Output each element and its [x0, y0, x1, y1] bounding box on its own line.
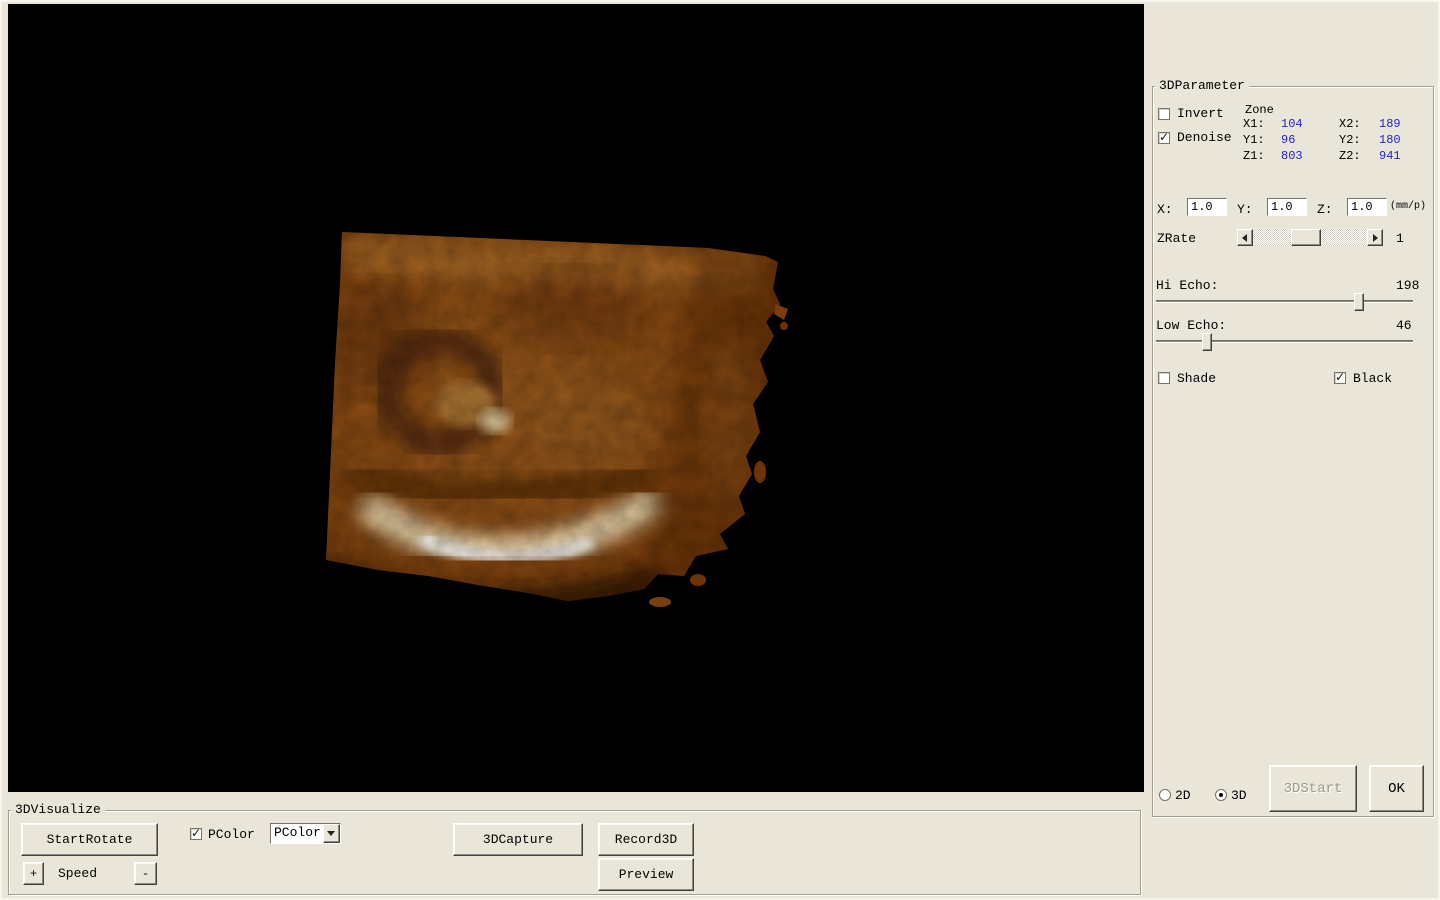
y-scale-label: Y:: [1237, 202, 1253, 217]
hi-echo-label: Hi Echo:: [1156, 278, 1219, 293]
ok-button[interactable]: OK: [1369, 765, 1424, 812]
black-label: Black: [1353, 371, 1393, 386]
z-scale-input[interactable]: [1347, 198, 1387, 216]
zone-z1-label: Z1:: [1243, 149, 1265, 163]
pcolor-dropdown[interactable]: PColor: [270, 823, 341, 844]
zrate-scroll-track[interactable]: [1253, 229, 1367, 246]
pcolor-dropdown-value: PColor: [274, 825, 321, 840]
low-echo-label: Low Echo:: [1156, 318, 1227, 333]
zone-z2-value: 941: [1379, 149, 1401, 163]
zone-z2-label: Z2:: [1339, 149, 1361, 163]
zone-x2-value: 189: [1379, 117, 1401, 131]
application-window: 3DParameter Invert Denoise Zone X1: 104 …: [0, 0, 1440, 900]
zone-x1-label: X1:: [1243, 117, 1265, 131]
mode-2d-label: 2D: [1175, 788, 1191, 803]
parameter-groupbox-title: 3DParameter: [1155, 78, 1249, 94]
hi-echo-slider-track[interactable]: [1156, 293, 1413, 311]
shade-label: Shade: [1177, 371, 1217, 386]
visualize-groupbox: 3DVisualize StartRotate PColor PColor 3D…: [8, 802, 1141, 895]
mode-3d-label: 3D: [1231, 788, 1247, 803]
ultrasound-volume-render: [8, 4, 1144, 792]
denoise-checkbox[interactable]: [1158, 130, 1170, 144]
zone-y1-label: Y1:: [1243, 133, 1265, 147]
parameter-groupbox: 3DParameter Invert Denoise Zone X1: 104 …: [1152, 78, 1434, 817]
mode-3d-radio[interactable]: [1215, 789, 1227, 801]
x-scale-label: X:: [1157, 202, 1173, 217]
black-checkbox[interactable]: [1334, 370, 1346, 384]
zone-z1-value: 803: [1281, 149, 1303, 163]
invert-checkbox[interactable]: [1158, 108, 1170, 120]
zone-title: Zone: [1245, 103, 1274, 117]
zrate-label: ZRate: [1157, 231, 1197, 246]
denoise-label: Denoise: [1177, 130, 1232, 145]
invert-label: Invert: [1177, 106, 1224, 121]
zone-x1-value: 104: [1281, 117, 1303, 131]
zone-y2-label: Y2:: [1339, 133, 1361, 147]
y-scale-input[interactable]: [1267, 198, 1307, 216]
hi-echo-slider-thumb[interactable]: [1354, 293, 1364, 311]
zone-y1-value: 96: [1281, 133, 1296, 147]
scale-unit-label: (mm/p): [1390, 201, 1427, 212]
3dcapture-button[interactable]: 3DCapture: [453, 823, 583, 856]
zrate-scroll-right-icon[interactable]: [1367, 229, 1383, 246]
zrate-scrollbar[interactable]: [1237, 229, 1383, 246]
speed-label: Speed: [58, 866, 98, 881]
pcolor-checkbox[interactable]: [190, 826, 202, 840]
low-echo-slider-thumb[interactable]: [1202, 333, 1212, 351]
zone-x2-label: X2:: [1339, 117, 1361, 131]
shade-checkbox[interactable]: [1158, 372, 1170, 384]
low-echo-value: 46: [1396, 318, 1412, 333]
speed-minus-button[interactable]: -: [134, 862, 157, 885]
zone-y2-value: 180: [1379, 133, 1401, 147]
pcolor-label: PColor: [208, 827, 255, 842]
start-rotate-button[interactable]: StartRotate: [21, 823, 158, 856]
hi-echo-value: 198: [1396, 278, 1420, 293]
x-scale-input[interactable]: [1187, 198, 1227, 216]
zrate-value: 1: [1396, 231, 1404, 246]
zrate-scroll-left-icon[interactable]: [1237, 229, 1253, 246]
preview-button[interactable]: Preview: [598, 858, 694, 891]
record3d-button[interactable]: Record3D: [598, 823, 694, 856]
low-echo-slider-track[interactable]: [1156, 333, 1413, 351]
visualize-groupbox-title: 3DVisualize: [11, 802, 105, 818]
z-scale-label: Z:: [1317, 202, 1333, 217]
chevron-down-icon[interactable]: [323, 824, 340, 843]
zrate-scroll-thumb[interactable]: [1291, 229, 1321, 246]
3dstart-button: 3DStart: [1269, 765, 1357, 812]
render-viewport[interactable]: [8, 4, 1144, 792]
mode-2d-radio[interactable]: [1159, 789, 1171, 801]
speed-plus-button[interactable]: +: [23, 862, 44, 885]
